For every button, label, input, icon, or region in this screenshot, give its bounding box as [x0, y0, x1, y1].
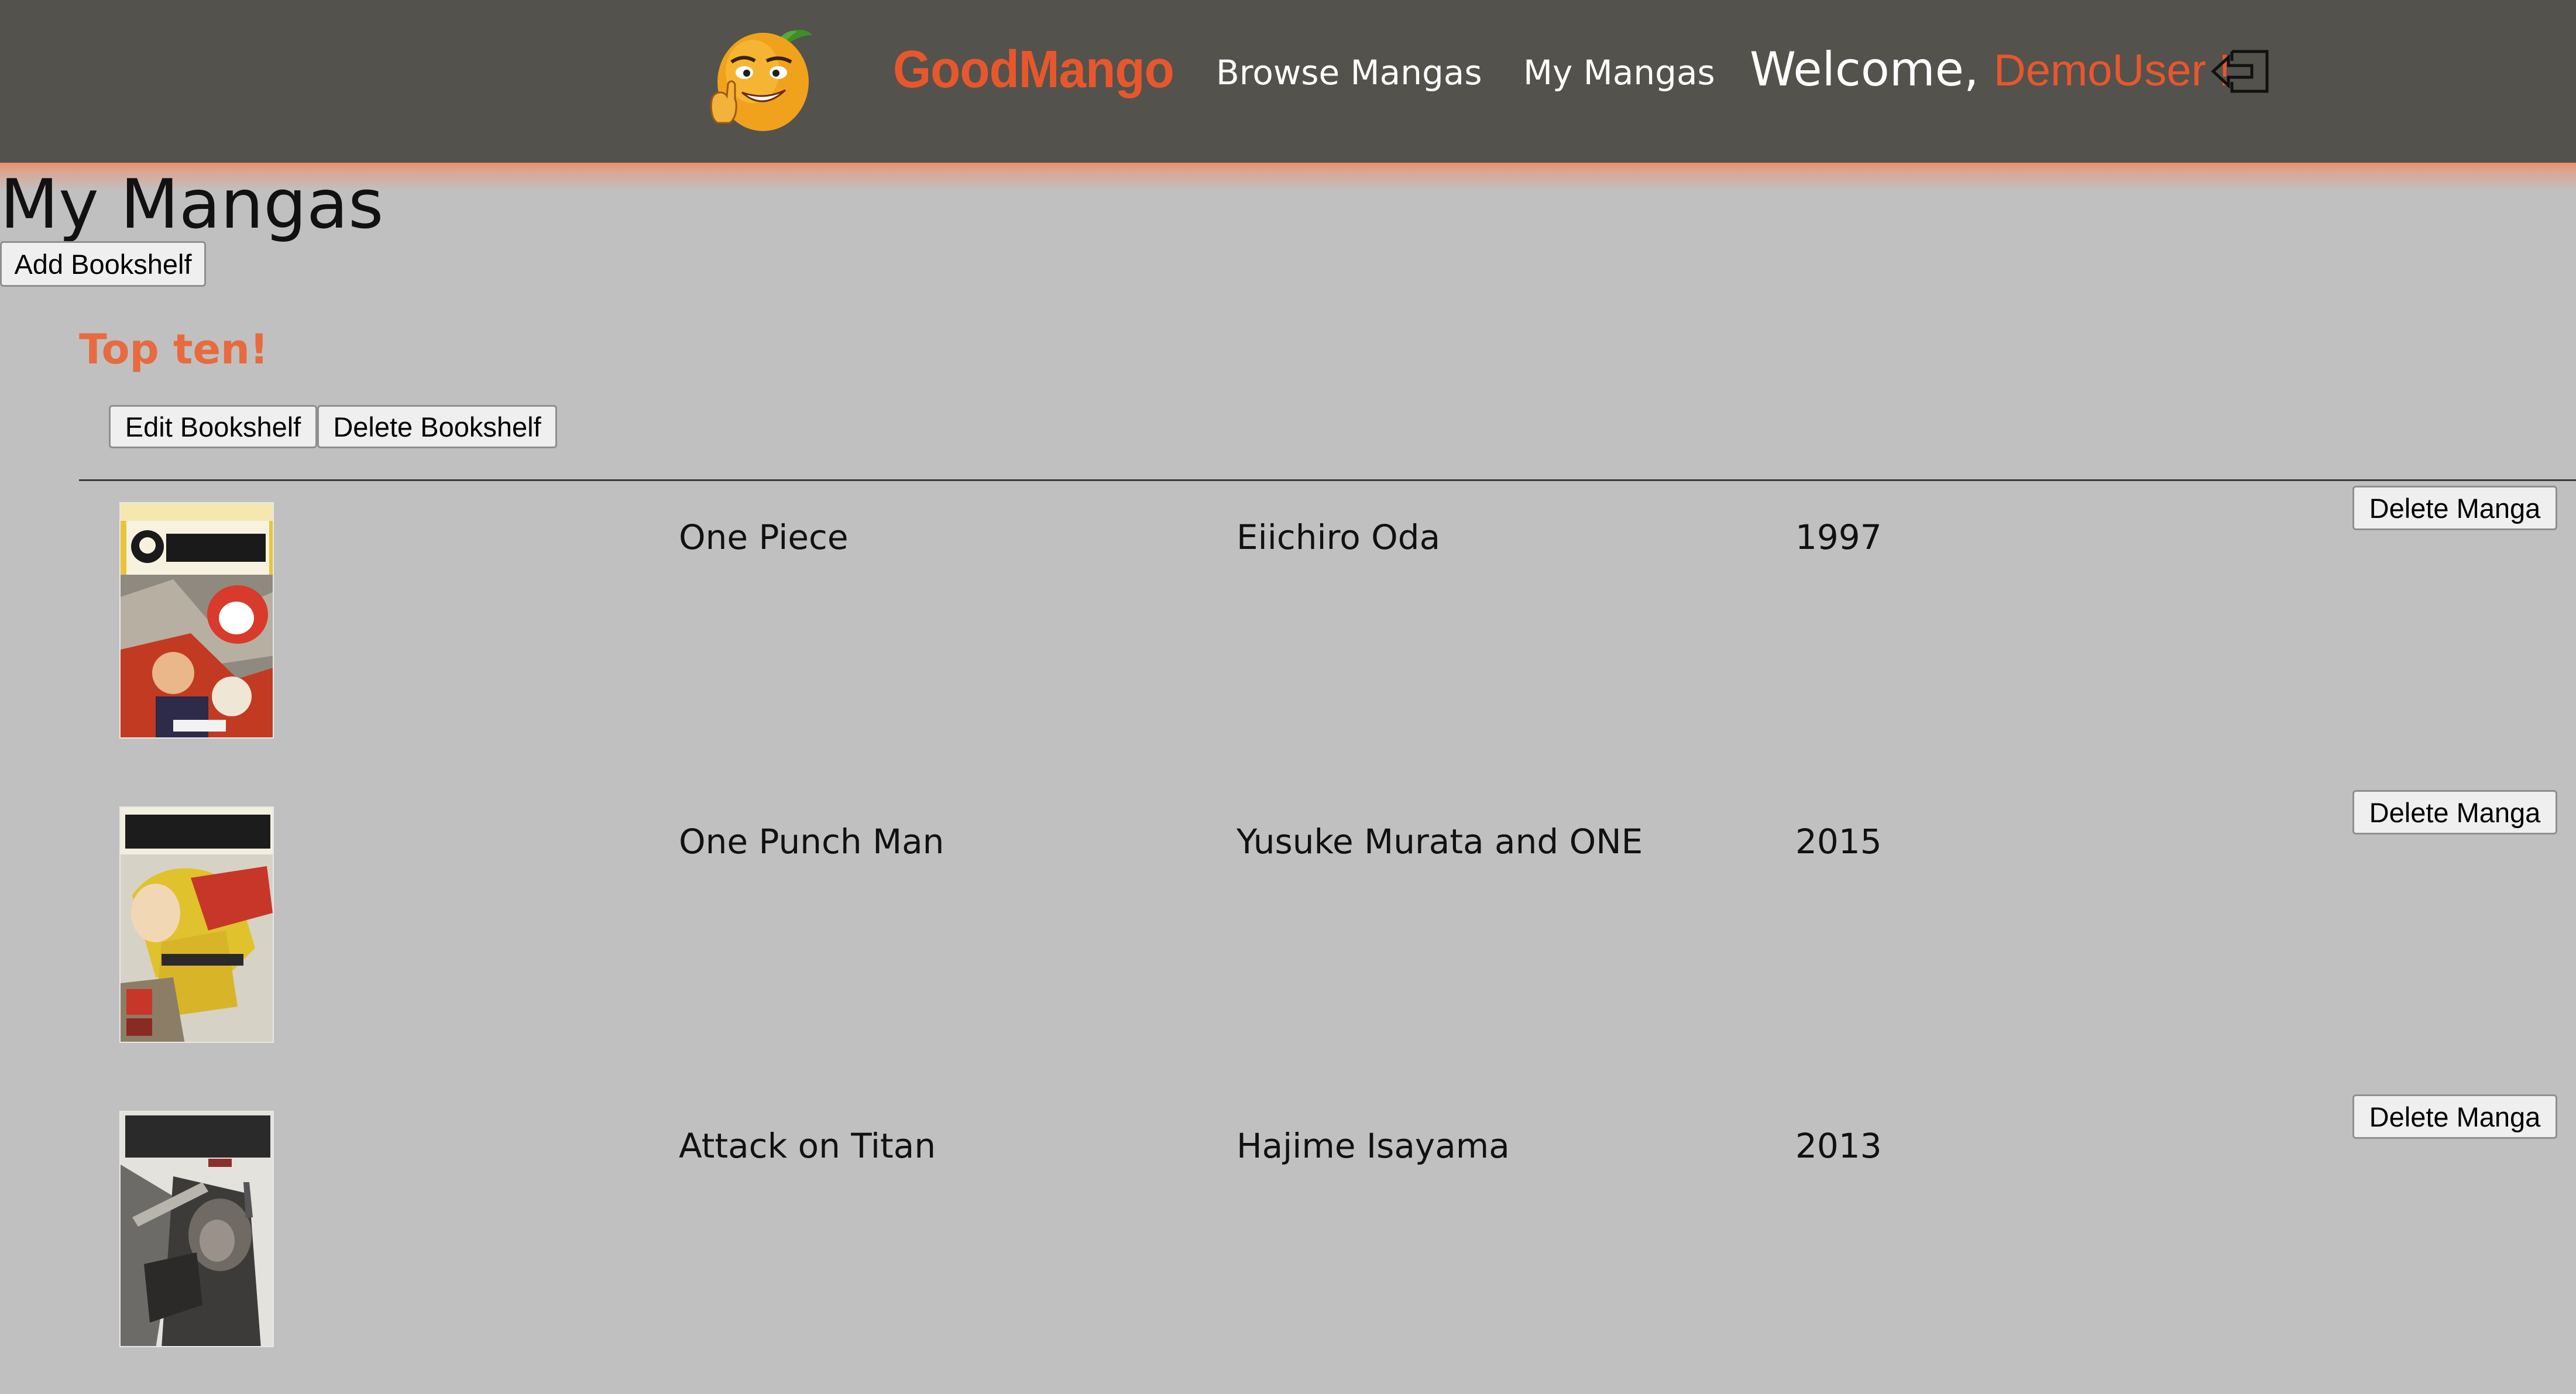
manga-title[interactable]: Attack on Titan: [679, 1126, 936, 1166]
edit-bookshelf-button[interactable]: Edit Bookshelf: [109, 405, 317, 448]
manga-title[interactable]: One Punch Man: [679, 822, 944, 861]
manga-year: 2015: [1795, 822, 1882, 861]
manga-author: Yusuke Murata and ONE: [1237, 822, 1643, 861]
manga-year: 1997: [1795, 517, 1882, 557]
delete-manga-button[interactable]: Delete Manga: [2352, 1094, 2557, 1139]
logout-icon[interactable]: [2211, 48, 2272, 95]
manga-row: One Piece Eiichiro Oda 1997 Delete Manga: [0, 481, 2576, 785]
add-bookshelf-button[interactable]: Add Bookshelf: [0, 241, 206, 287]
delete-manga-button[interactable]: Delete Manga: [2352, 790, 2557, 835]
page-title: My Mangas: [0, 165, 384, 244]
manga-row: One Punch Man Yusuke Murata and ONE 2015…: [0, 785, 2576, 1090]
manga-cover-one-piece[interactable]: [119, 502, 274, 739]
welcome-message: Welcome, DemoUser !: [1750, 42, 2231, 97]
nav-my-mangas[interactable]: My Mangas: [1523, 53, 1715, 92]
welcome-prefix: Welcome,: [1750, 42, 1979, 97]
mango-logo-icon[interactable]: [709, 23, 816, 133]
manga-cover-attack-on-titan[interactable]: [119, 1111, 274, 1347]
brand-name[interactable]: GoodMango: [893, 40, 1174, 100]
navbar-shadow: [0, 163, 2576, 191]
bookshelf-title: Top ten!: [79, 325, 269, 373]
manga-author: Hajime Isayama: [1237, 1126, 1510, 1166]
manga-title[interactable]: One Piece: [679, 517, 849, 557]
nav-browse-mangas[interactable]: Browse Mangas: [1216, 53, 1482, 92]
manga-author: Eiichiro Oda: [1237, 517, 1441, 557]
delete-bookshelf-button[interactable]: Delete Bookshelf: [317, 405, 557, 448]
delete-manga-button[interactable]: Delete Manga: [2352, 486, 2557, 530]
top-navbar: GoodMango Browse Mangas My Mangas Welcom…: [0, 0, 2576, 165]
manga-year: 2013: [1795, 1126, 1882, 1166]
manga-cover-one-punch-man[interactable]: [119, 806, 274, 1043]
manga-row: Attack on Titan Hajime Isayama 2013 Dele…: [0, 1090, 2576, 1394]
username: DemoUser !: [1993, 46, 2231, 95]
